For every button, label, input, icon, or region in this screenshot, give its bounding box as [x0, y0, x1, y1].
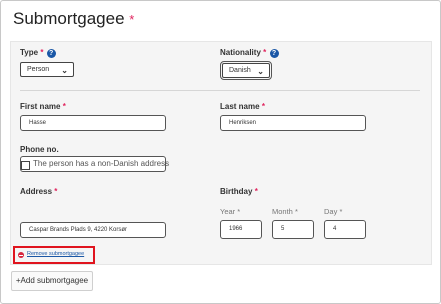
- nationality-label-text: Nationality: [220, 48, 261, 57]
- add-submortgagee-button[interactable]: +Add submortgagee: [11, 271, 93, 291]
- last-name-value: Henriksen: [229, 120, 257, 126]
- address-value: Caspar Brands Plads 9, 4220 Korsør: [29, 227, 128, 233]
- last-name-required-marker: *: [261, 102, 265, 111]
- help-icon[interactable]: ?: [269, 49, 279, 58]
- day-required-marker: *: [339, 207, 343, 216]
- first-name-value: Hasse: [29, 120, 47, 126]
- nationality-select[interactable]: Danish ⌄: [220, 61, 272, 80]
- birthday-year-input[interactable]: 1966: [220, 220, 262, 239]
- chevron-down-icon: ⌄: [257, 67, 264, 76]
- help-icon[interactable]: ?: [46, 49, 56, 58]
- chevron-down-icon: ⌄: [61, 66, 68, 75]
- birthday-month-input[interactable]: 5: [272, 220, 314, 239]
- address-input[interactable]: Caspar Brands Plads 9, 4220 Korsør: [20, 222, 166, 238]
- non-danish-address-label: The person has a non-Danish address: [33, 159, 170, 168]
- address-label: Address *: [20, 187, 57, 196]
- section-title: Submortgagee *: [13, 9, 134, 29]
- birthday-month-value: 5: [281, 226, 285, 232]
- birthday-day-value: 4: [333, 226, 337, 232]
- type-label-text: Type: [20, 48, 39, 57]
- last-name-label-text: Last name: [220, 102, 260, 111]
- day-label: Day *: [324, 207, 342, 216]
- first-name-label: First name *: [20, 102, 66, 111]
- year-label-text: Year: [220, 207, 236, 216]
- non-danish-address-checkbox[interactable]: [21, 161, 30, 170]
- nationality-label: Nationality * ?: [220, 48, 279, 58]
- last-name-input[interactable]: Henriksen: [220, 115, 366, 131]
- birthday-day-input[interactable]: 4: [324, 220, 366, 239]
- last-name-label: Last name *: [220, 102, 265, 111]
- remove-icon[interactable]: [18, 252, 24, 258]
- type-select[interactable]: Person ⌄: [20, 62, 74, 77]
- required-marker: *: [129, 12, 135, 27]
- address-required-marker: *: [54, 187, 58, 196]
- first-name-input[interactable]: Hasse: [20, 115, 166, 131]
- submortgagee-form-panel: Type * ? Person ⌄ Nationality * ? Danish…: [10, 41, 432, 265]
- remove-submortgagee-highlight: Remove submortgagee: [13, 246, 95, 264]
- divider: [20, 90, 420, 91]
- day-label-text: Day: [324, 207, 338, 216]
- submortgagee-card: Submortgagee * Type * ? Person ⌄ Nationa…: [0, 0, 441, 304]
- nationality-required-marker: *: [263, 48, 267, 57]
- month-label-text: Month: [272, 207, 293, 216]
- year-label: Year *: [220, 207, 240, 216]
- month-label: Month *: [272, 207, 298, 216]
- type-select-value: Person: [27, 66, 50, 73]
- birthday-year-value: 1966: [229, 226, 243, 232]
- first-name-label-text: First name: [20, 102, 61, 111]
- birthday-required-marker: *: [254, 187, 258, 196]
- nationality-select-value: Danish: [229, 67, 251, 74]
- year-required-marker: *: [237, 207, 241, 216]
- first-name-required-marker: *: [62, 102, 66, 111]
- phone-label-text: Phone no.: [20, 145, 59, 154]
- type-label: Type * ?: [20, 48, 56, 58]
- title-text: Submortgagee: [13, 9, 125, 28]
- type-required-marker: *: [40, 48, 44, 57]
- birthday-label-text: Birthday: [220, 187, 253, 196]
- address-label-text: Address: [20, 187, 53, 196]
- phone-label: Phone no.: [20, 145, 59, 154]
- birthday-label: Birthday *: [220, 187, 258, 196]
- remove-submortgagee-link[interactable]: Remove submortgagee: [27, 251, 84, 257]
- month-required-marker: *: [294, 207, 298, 216]
